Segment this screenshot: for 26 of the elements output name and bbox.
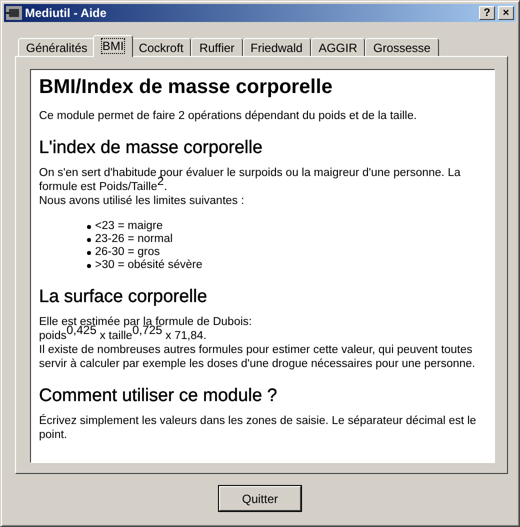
- list-item: <23 = maigre: [95, 220, 163, 233]
- tab[interactable]: AGGIR: [310, 38, 366, 57]
- app-icon: [6, 6, 22, 20]
- tab[interactable]: BMI: [93, 35, 133, 57]
- tab[interactable]: Friedwald: [242, 38, 311, 57]
- paragraph: Ce module permet de faire 2 opérations dépendant du poids et de la taille.: [39, 109, 418, 123]
- page-heading: BMI/Index de masse corporelle: [39, 76, 334, 99]
- bullet-icon: [87, 250, 91, 254]
- tab[interactable]: Cockroft: [130, 38, 192, 57]
- bullet-icon: [87, 238, 91, 242]
- section-heading: La surface corporelle: [39, 286, 208, 307]
- close-button[interactable]: ×: [498, 6, 514, 20]
- section-heading: Comment utiliser ce module ?: [39, 385, 278, 406]
- paragraph: Écrivez simplement les valeurs dans les zones de saisie. Le séparateur décimal est le point.: [39, 414, 478, 442]
- list-item: 26-30 = gros: [95, 246, 160, 259]
- bullet-icon: [87, 264, 91, 268]
- tab[interactable]: Grossesse: [365, 38, 439, 57]
- help-button[interactable]: ?: [479, 6, 495, 20]
- list-item: >30 = obésité sévère: [95, 259, 202, 272]
- tab[interactable]: Généralités: [18, 38, 96, 57]
- bullet-icon: [87, 224, 91, 228]
- list-item: 23-26 = normal: [95, 233, 173, 246]
- quit-button[interactable]: Quitter: [219, 486, 301, 511]
- section-heading: L'index de masse corporelle: [39, 137, 264, 158]
- tab[interactable]: Ruffier: [191, 38, 243, 57]
- window-title: Mediutil - Aide: [25, 6, 108, 20]
